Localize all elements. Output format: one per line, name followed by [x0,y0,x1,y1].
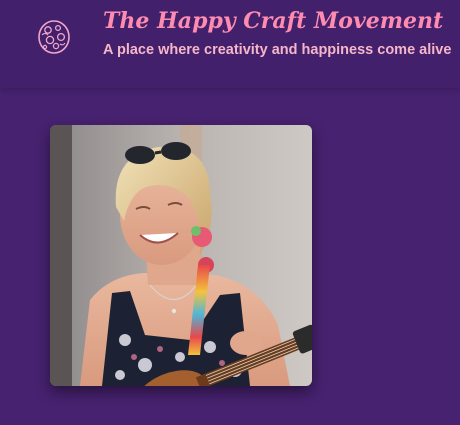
site-logo-icon[interactable] [36,18,72,56]
site-title[interactable]: The Happy Craft Movement [103,8,443,34]
main-content [0,88,460,425]
site-tagline: A place where creativity and happiness c… [103,42,452,58]
portrait-photo [50,125,312,386]
site-header: The Happy Craft Movement A place where c… [0,0,460,88]
